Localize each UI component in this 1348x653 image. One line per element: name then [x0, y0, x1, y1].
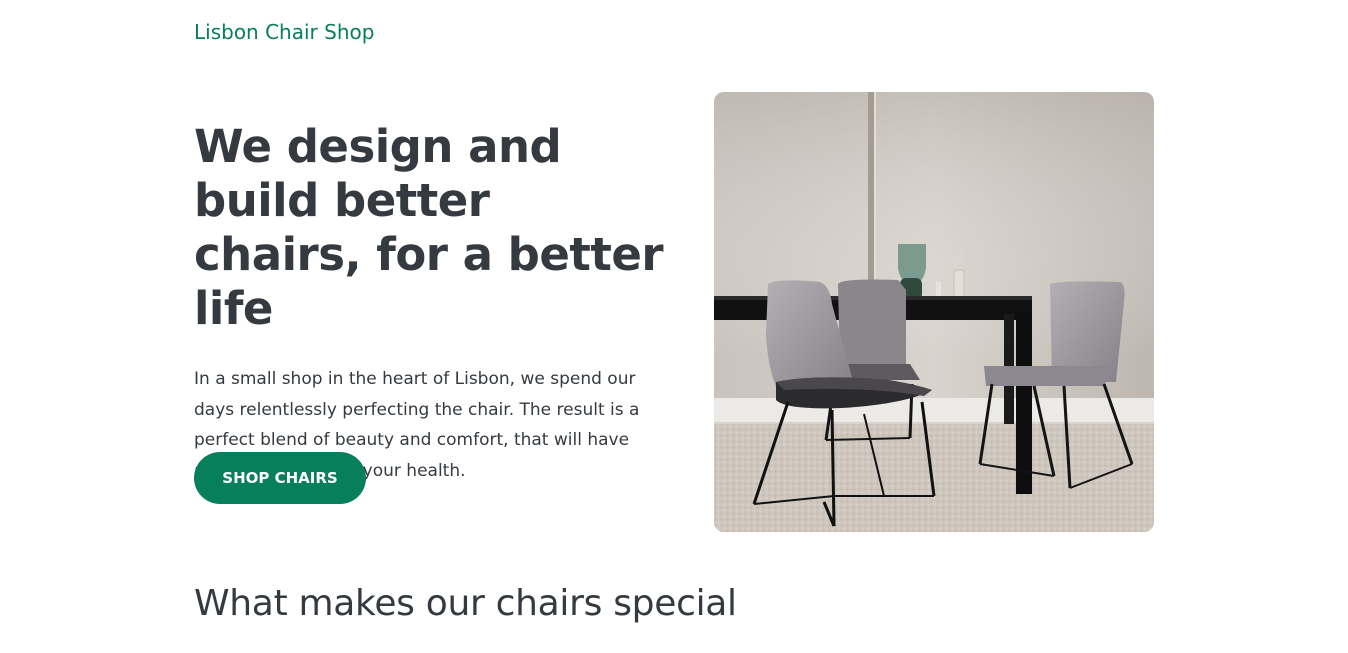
shop-chairs-button[interactable]: SHOP CHAIRS	[194, 452, 366, 504]
dining-chairs-photo	[714, 92, 1154, 532]
features-heading: What makes our chairs special	[194, 583, 737, 624]
hero-text: We design and build better chairs, for a…	[194, 120, 664, 486]
hero-title: We design and build better chairs, for a…	[194, 120, 664, 335]
brand-logo-link[interactable]: Lisbon Chair Shop	[194, 18, 374, 46]
hero-image	[714, 92, 1154, 532]
page: Lisbon Chair Shop We design and build be…	[0, 0, 1348, 653]
